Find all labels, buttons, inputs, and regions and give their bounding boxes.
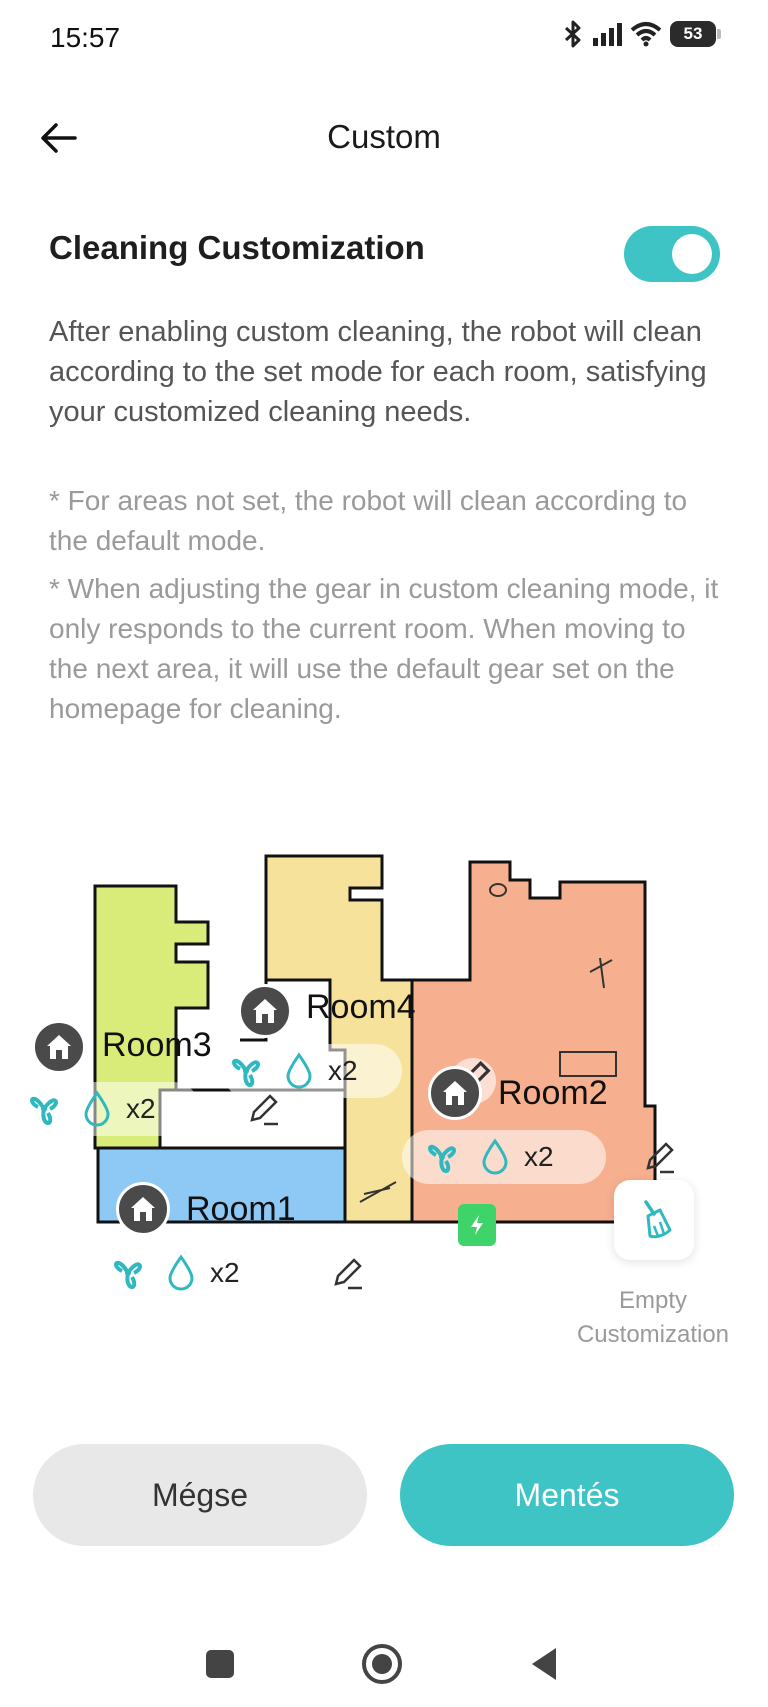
room2-settings[interactable]: x2 (402, 1130, 606, 1184)
note-gear-adjust: * When adjusting the gear in custom clea… (49, 573, 719, 724)
save-button[interactable]: Mentés (400, 1444, 734, 1546)
charging-dock-icon (458, 1204, 496, 1246)
room4-settings[interactable]: x2 (222, 1044, 402, 1098)
room4-home-icon[interactable] (238, 984, 292, 1038)
water-drop-icon (84, 1090, 110, 1127)
room-map: Room3 x2 Room4 x2 Room2 x2 Room1 x2 (0, 790, 768, 1370)
status-icons: 53 (562, 20, 721, 48)
room2-home-icon[interactable] (428, 1066, 482, 1120)
recents-button[interactable] (194, 1638, 246, 1690)
empty-customization-button[interactable] (614, 1180, 694, 1260)
status-time: 15:57 (50, 22, 121, 53)
fan-icon (113, 1260, 143, 1289)
room3-settings[interactable]: x2 (20, 1082, 200, 1136)
home-icon (362, 1644, 402, 1684)
fan-icon (29, 1096, 59, 1125)
room4-water-level: x2 (328, 1055, 358, 1086)
note-default-mode: * For areas not set, the robot will clea… (49, 485, 688, 556)
fan-icon (231, 1058, 261, 1087)
room2-water-level: x2 (524, 1141, 554, 1172)
home-button[interactable] (356, 1638, 408, 1690)
room2-label: Room2 (498, 1074, 608, 1112)
header: Custom (0, 96, 768, 186)
room1-label: Room1 (186, 1190, 296, 1228)
water-drop-icon (482, 1138, 508, 1175)
empty-customization-label: Empty Customization (576, 1287, 730, 1348)
water-drop-icon (168, 1254, 194, 1291)
system-navbar (0, 1620, 768, 1707)
room2-edit-icon[interactable] (642, 1140, 678, 1176)
section-title: Cleaning Customization (49, 229, 425, 266)
room3-water-level: x2 (126, 1093, 156, 1124)
customization-toggle[interactable] (624, 226, 720, 282)
battery-icon: 53 (670, 21, 721, 47)
water-drop-icon (286, 1052, 312, 1089)
recents-icon (206, 1650, 234, 1678)
bluetooth-icon (564, 20, 581, 48)
description: After enabling custom cleaning, the robo… (49, 316, 707, 428)
wifi-icon (630, 22, 662, 47)
page-title: Custom (327, 118, 441, 155)
broom-icon (644, 1200, 672, 1239)
room3-label: Room3 (102, 1026, 212, 1064)
status-bar: 15:57 53 (0, 0, 768, 80)
cancel-button[interactable]: Mégse (33, 1444, 367, 1546)
room4-edit-icon[interactable] (246, 1092, 282, 1128)
nav-back-button[interactable] (518, 1638, 570, 1690)
room1-edit-icon[interactable] (330, 1256, 366, 1292)
signal-icon (593, 23, 622, 46)
back-icon (532, 1648, 556, 1680)
toggle-knob (672, 234, 712, 274)
room1-home-icon[interactable] (116, 1182, 170, 1236)
fan-icon (427, 1144, 457, 1173)
room1-settings[interactable]: x2 (104, 1246, 284, 1300)
room3-home-icon[interactable] (32, 1020, 86, 1074)
room1-water-level: x2 (210, 1257, 240, 1288)
room4-label: Room4 (306, 988, 416, 1026)
